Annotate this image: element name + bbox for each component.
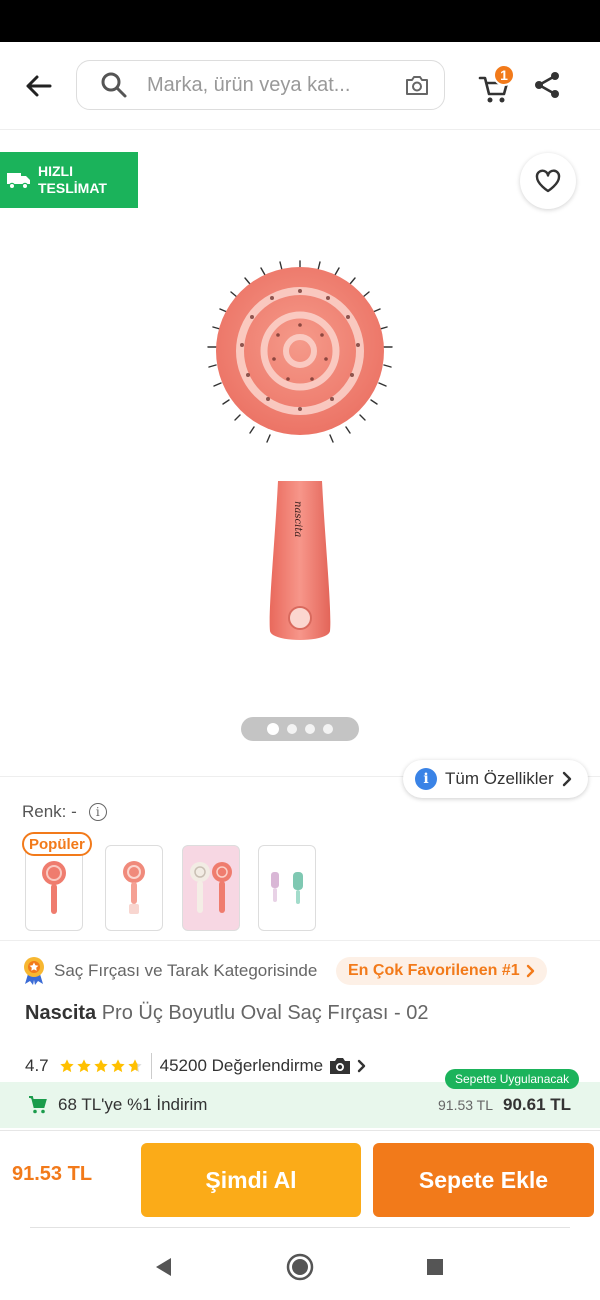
cart-count-badge: 1: [493, 64, 515, 86]
rating-row: 4.7 45200 Değerlendirme: [25, 1052, 366, 1080]
reviews-count-label: 45200 Değerlendirme: [159, 1056, 324, 1075]
rating-stars: [59, 1058, 143, 1074]
info-icon: i: [415, 768, 437, 790]
most-favorited-badge[interactable]: En Çok Favorilenen #1: [336, 957, 547, 985]
all-features-button[interactable]: i Tüm Özellikler: [403, 760, 588, 798]
category-ranking: Saç Fırçası ve Tarak Kategorisinde: [22, 955, 317, 987]
variant-thumb-1[interactable]: [25, 845, 83, 931]
product-photo-hair-brush: nascita: [207, 260, 393, 640]
variant-thumb-3[interactable]: [182, 845, 240, 931]
pager-dot-4[interactable]: [323, 724, 333, 734]
pager-dot-3[interactable]: [305, 724, 315, 734]
truck-icon: [7, 173, 30, 190]
color-selector-label: Renk: - i: [22, 802, 107, 822]
product-image-gallery[interactable]: HIZLI TESLİMAT nascita: [0, 131, 600, 776]
divider: [0, 940, 600, 941]
ranking-category-text: Saç Fırçası ve Tarak Kategorisinde: [54, 961, 318, 980]
buy-now-button[interactable]: Şimdi Al: [141, 1143, 361, 1217]
popular-tag: Popüler: [22, 832, 92, 856]
divider: [30, 1227, 570, 1228]
fast-badge-line2: TESLİMAT: [38, 180, 107, 196]
star-half-icon: [127, 1059, 142, 1073]
add-to-cart-button[interactable]: Sepete Ekle: [373, 1143, 594, 1217]
color-info-icon[interactable]: i: [88, 803, 107, 821]
nav-recents-button[interactable]: [420, 1252, 450, 1282]
share-button[interactable]: [532, 70, 564, 102]
cart-button[interactable]: 1: [478, 64, 518, 108]
bottom-action-bar: 91.53 TL Şimdi Al Sepete Ekle: [0, 1130, 600, 1230]
nav-back-button[interactable]: [148, 1252, 178, 1282]
variant-list: [25, 845, 325, 931]
share-icon: [535, 72, 559, 98]
system-nav-bar: [0, 1232, 600, 1300]
svg-text:nascita: nascita: [292, 501, 303, 537]
pager-dot-1[interactable]: [267, 723, 279, 735]
all-features-label: Tüm Özellikler: [445, 769, 554, 788]
camera-search-icon[interactable]: [402, 70, 432, 100]
discount-label: 68 TL'ye %1 İndirim: [58, 1095, 208, 1114]
product-title: Nascita Pro Üç Boyutlu Oval Saç Fırçası …: [25, 1002, 429, 1025]
chevron-right-icon: [562, 771, 571, 787]
bottom-price: 91.53 TL: [12, 1163, 93, 1185]
medal-icon: [24, 957, 44, 985]
status-bar: [0, 0, 600, 42]
chevron-right-icon: [357, 1059, 366, 1073]
divider: [150, 1053, 152, 1079]
search-input[interactable]: [147, 73, 377, 97]
fast-badge-line1: HIZLI: [38, 163, 73, 179]
reviews-link[interactable]: 45200 Değerlendirme: [160, 1056, 367, 1076]
square-recents-icon: [427, 1259, 443, 1275]
pager-dot-2[interactable]: [287, 724, 297, 734]
nav-home-button[interactable]: [285, 1252, 315, 1282]
star-icon: [93, 1059, 108, 1073]
variant-thumb-4[interactable]: [258, 845, 316, 931]
search-box[interactable]: [76, 60, 445, 110]
image-pager-dots[interactable]: [241, 717, 359, 741]
fast-delivery-badge: HIZLI TESLİMAT: [0, 152, 138, 208]
search-icon: [99, 70, 129, 100]
variant-4-brush-image: [271, 872, 303, 904]
original-price: 91.53 TL: [438, 1097, 494, 1113]
discounted-price: 90.61 TL: [503, 1095, 572, 1114]
most-favorited-label: En Çok Favorilenen #1: [348, 962, 520, 979]
top-bar: 1: [0, 42, 600, 130]
variant-2-brush-image: [123, 861, 145, 914]
product-brand[interactable]: Nascita: [25, 1002, 96, 1024]
applied-in-cart-badge: Sepette Uygulanacak: [445, 1069, 580, 1089]
variant-thumb-2[interactable]: [105, 845, 163, 931]
star-icon: [110, 1059, 125, 1073]
circle-home-icon: [286, 1253, 314, 1281]
color-label-text: Renk: -: [22, 802, 77, 821]
product-name: Pro Üç Boyutlu Oval Saç Fırçası - 02: [101, 1002, 429, 1024]
star-icon: [59, 1059, 74, 1073]
photo-reviews-icon: [330, 1058, 351, 1074]
arrow-left-icon: [26, 75, 52, 97]
chevron-right-icon: [526, 964, 534, 978]
triangle-back-icon: [156, 1258, 171, 1276]
variant-3-brush-image: [190, 862, 232, 913]
rating-score: 4.7: [25, 1056, 49, 1075]
back-button[interactable]: [18, 66, 58, 106]
cart-icon: [29, 1096, 47, 1114]
star-icon: [76, 1059, 91, 1073]
variant-1-brush-image: [42, 861, 66, 914]
favorite-button[interactable]: [520, 153, 576, 209]
heart-icon: [535, 169, 561, 193]
